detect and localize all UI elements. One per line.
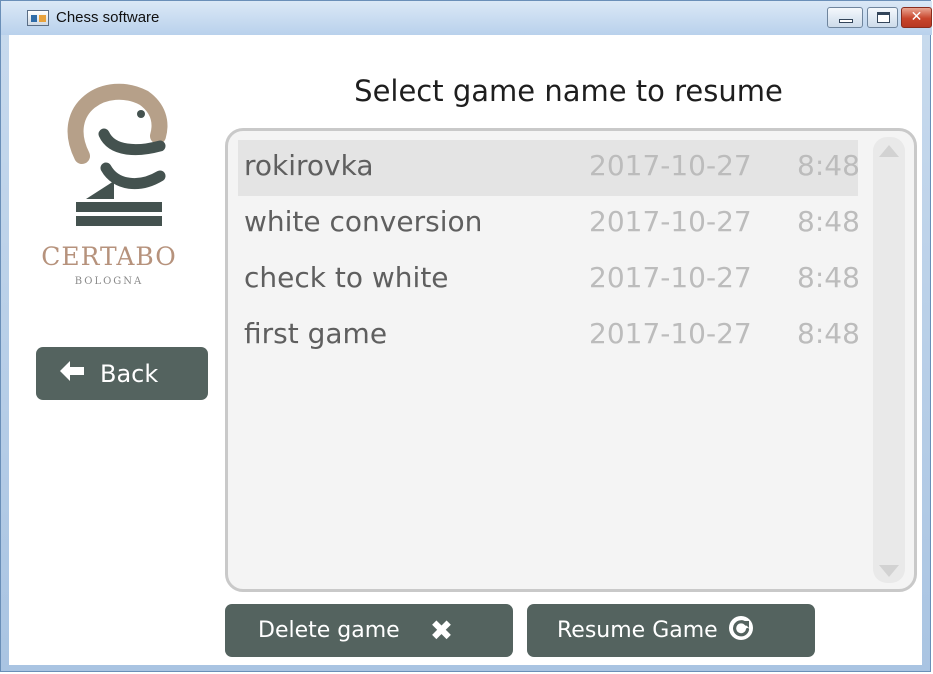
game-date: 2017-10-27 [589,317,752,350]
close-icon: ✕ [910,9,923,25]
game-name: check to white [244,261,449,294]
game-name: first game [244,317,388,350]
list-item[interactable]: check to white 2017-10-27 8:48 [238,252,860,308]
maximize-icon [877,12,890,23]
maximize-button[interactable] [867,7,898,28]
title-bar[interactable]: Chess software ✕ [1,1,932,35]
window-title: Chess software [56,9,160,26]
app-window-icon [27,10,49,26]
delete-game-label: Delete game [258,618,400,643]
close-button[interactable]: ✕ [901,7,932,28]
game-time: 8:48 [797,261,860,294]
scroll-down-icon[interactable] [879,565,899,577]
arrow-left-icon [58,359,86,389]
game-date: 2017-10-27 [589,149,752,182]
game-date: 2017-10-27 [589,205,752,238]
knight-logo-icon [67,83,168,226]
brand-city: BOLOGNA [74,276,144,287]
back-button-label: Back [100,359,159,388]
minimize-button[interactable] [827,7,863,28]
game-time: 8:48 [797,317,860,350]
certabo-logo: CERTABO BOLOGNA [20,48,210,298]
game-name: rokirovka [244,149,374,182]
resume-game-button[interactable]: Resume Game [527,604,815,657]
refresh-icon [728,615,754,647]
game-time: 8:48 [797,205,860,238]
game-date: 2017-10-27 [589,261,752,294]
list-item[interactable]: white conversion 2017-10-27 8:48 [238,196,860,252]
list-item[interactable]: first game 2017-10-27 8:48 [238,308,860,364]
game-name: white conversion [244,205,483,238]
saved-games-list[interactable]: rokirovka 2017-10-27 8:48 white conversi… [225,128,917,592]
list-item[interactable]: rokirovka 2017-10-27 8:48 [238,140,860,196]
brand-name: CERTABO [41,242,177,271]
x-icon: ✖ [429,613,454,647]
delete-game-button[interactable]: Delete game ✖ [225,604,513,657]
back-button[interactable]: Back [36,347,208,400]
minimize-icon [839,19,853,23]
list-scrollbar[interactable] [873,137,905,583]
scroll-up-icon[interactable] [879,145,899,157]
page-title: Select game name to resume [354,74,783,108]
game-time: 8:48 [797,149,860,182]
resume-game-label: Resume Game [557,618,718,643]
